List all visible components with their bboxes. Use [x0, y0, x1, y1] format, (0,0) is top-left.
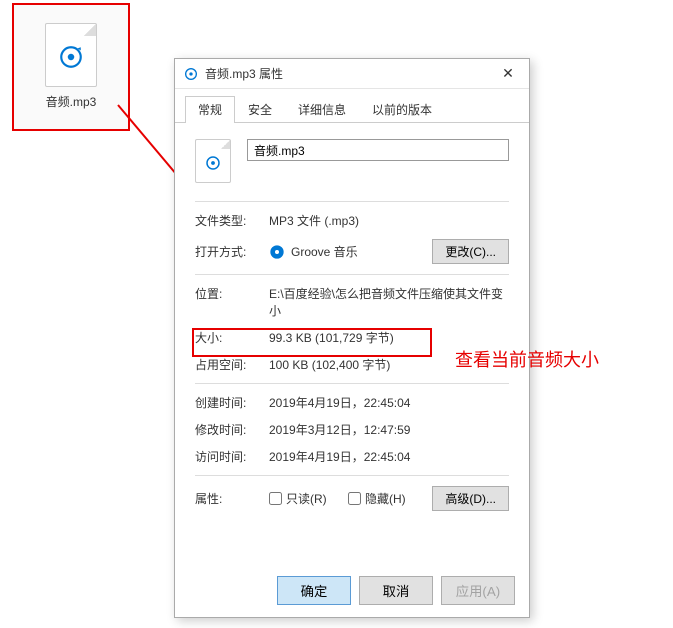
size-on-disk-label: 占用空间:: [195, 356, 269, 373]
created-value: 2019年4月19日，22:45:04: [269, 394, 509, 411]
change-button[interactable]: 更改(C)...: [432, 239, 509, 264]
file-type-value: MP3 文件 (.mp3): [269, 212, 509, 229]
dialog-footer: 确定 取消 应用(A): [175, 566, 529, 617]
dialog-content: 文件类型: MP3 文件 (.mp3) 打开方式: Groove 音乐 更改(C…: [175, 123, 529, 566]
groove-music-icon: [269, 244, 285, 260]
tab-details[interactable]: 详细信息: [285, 96, 359, 123]
attributes-label: 属性:: [195, 490, 269, 507]
modified-label: 修改时间:: [195, 421, 269, 438]
location-value: E:\百度经验\怎么把音频文件压缩使其文件变小: [269, 285, 509, 319]
created-label: 创建时间:: [195, 394, 269, 411]
readonly-checkbox[interactable]: [269, 492, 282, 505]
accessed-label: 访问时间:: [195, 448, 269, 465]
size-value: 99.3 KB (101,729 字节): [269, 329, 509, 346]
tab-security[interactable]: 安全: [235, 96, 285, 123]
file-type-label: 文件类型:: [195, 212, 269, 229]
file-type-icon: [195, 139, 231, 183]
ok-button[interactable]: 确定: [277, 576, 351, 605]
filename-input[interactable]: [247, 139, 509, 161]
readonly-label: 只读(R): [286, 490, 327, 507]
desktop-file-highlighted[interactable]: 音频.mp3: [12, 3, 130, 131]
close-button[interactable]: ✕: [493, 62, 523, 86]
file-icon: [45, 23, 97, 87]
music-file-icon: [183, 66, 199, 82]
location-label: 位置:: [195, 285, 269, 302]
hidden-checkbox-wrap[interactable]: 隐藏(H): [348, 490, 406, 507]
advanced-button[interactable]: 高级(D)...: [432, 486, 509, 511]
desktop-file-name: 音频.mp3: [14, 93, 128, 110]
cancel-button[interactable]: 取消: [359, 576, 433, 605]
hidden-label: 隐藏(H): [365, 490, 406, 507]
hidden-checkbox[interactable]: [348, 492, 361, 505]
accessed-value: 2019年4月19日，22:45:04: [269, 448, 509, 465]
apply-button[interactable]: 应用(A): [441, 576, 515, 605]
tab-previous-versions[interactable]: 以前的版本: [359, 96, 445, 123]
titlebar: 音频.mp3 属性 ✕: [175, 59, 529, 89]
dialog-title: 音频.mp3 属性: [205, 65, 493, 82]
open-with-value: Groove 音乐: [291, 243, 358, 260]
readonly-checkbox-wrap[interactable]: 只读(R): [269, 490, 327, 507]
tab-bar: 常规 安全 详细信息 以前的版本: [175, 89, 529, 123]
annotation-text: 查看当前音频大小: [455, 346, 599, 372]
properties-dialog: 音频.mp3 属性 ✕ 常规 安全 详细信息 以前的版本 文件类型: MP3 文…: [174, 58, 530, 618]
size-label: 大小:: [195, 329, 269, 346]
tab-general[interactable]: 常规: [185, 96, 235, 123]
modified-value: 2019年3月12日，12:47:59: [269, 421, 509, 438]
open-with-label: 打开方式:: [195, 243, 269, 260]
